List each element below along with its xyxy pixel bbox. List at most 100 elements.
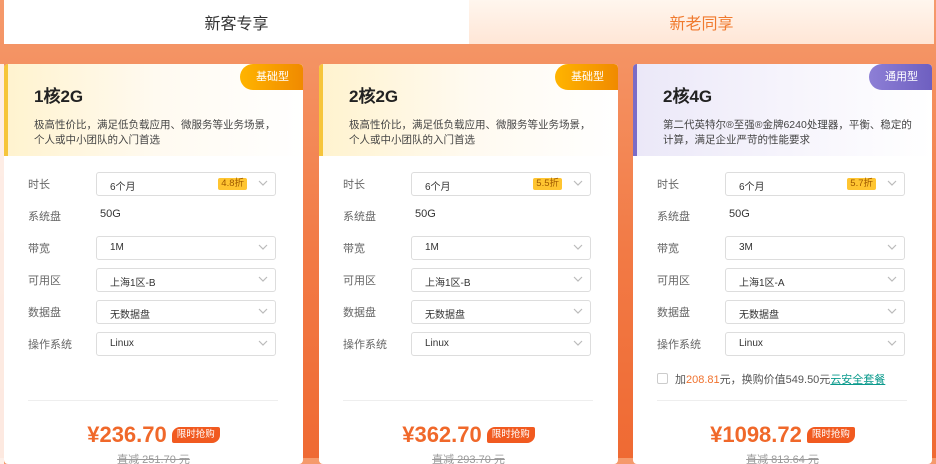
addon-checkbox[interactable] [657,373,668,384]
chevron-down-icon [573,180,583,186]
price: ¥1098.72 [710,422,802,447]
discount-badge: 4.8折 [218,178,247,190]
security-package-link[interactable]: 云安全套餐 [830,374,885,386]
zone-select[interactable]: 上海1区-A [725,268,905,292]
system-disk-value: 50G [729,208,750,220]
card-spec-title: 1核2G [34,87,84,106]
limited-offer-badge: 限时抢购 [171,427,220,443]
system-disk-value: 50G [100,208,121,220]
duration-row: 时长 6个月 5.5折 [343,172,603,196]
bandwidth-value: 3M [739,242,753,253]
addon-middle: 元，换购价值549.50元 [719,374,831,386]
data-disk-label: 数据盘 [343,307,376,319]
bandwidth-row: 带宽 1M [28,236,288,260]
os-label: 操作系统 [343,339,387,351]
card-header: 2核2G 基础型 极高性价比，满足低负载应用、微服务等业务场景，个人或中小团队的… [319,64,618,156]
duration-select[interactable]: 6个月 5.5折 [411,172,591,196]
bandwidth-select[interactable]: 1M [411,236,591,260]
card-description: 极高性价比，满足低负载应用、微服务等业务场景，个人或中小团队的入门首选 [349,119,591,146]
duration-row: 时长 6个月 5.7折 [657,172,917,196]
os-select[interactable]: Linux [96,332,276,356]
duration-value: 6个月 [425,182,451,193]
chevron-down-icon [887,340,897,346]
bandwidth-label: 带宽 [28,243,50,255]
data-disk-select[interactable]: 无数据盘 [96,300,276,324]
chevron-down-icon [573,244,583,250]
chevron-down-icon [258,340,268,346]
zone-value: 上海1区-B [425,278,471,289]
limited-offer-badge: 限时抢购 [806,427,855,443]
bandwidth-select[interactable]: 1M [96,236,276,260]
card-header: 1核2G 基础型 极高性价比，满足低负载应用、微服务等业务场景，个人或中小团队的… [4,64,303,156]
data-disk-value: 无数据盘 [425,310,465,321]
data-disk-label: 数据盘 [28,307,61,319]
security-addon-row: 加208.81元，换购价值549.50元云安全套餐 [657,371,927,387]
system-disk-row: 系统盘 50G [657,204,917,228]
os-value: Linux [739,338,763,349]
chevron-down-icon [573,276,583,282]
chevron-down-icon [258,308,268,314]
addon-prefix: 加 [675,374,686,386]
chevron-down-icon [887,244,897,250]
os-value: Linux [425,338,449,349]
zone-row: 可用区 上海1区-B [343,268,603,292]
discount-badge: 5.5折 [533,178,562,190]
os-select[interactable]: Linux [725,332,905,356]
price: ¥236.70 [87,422,167,447]
zone-select[interactable]: 上海1区-B [411,268,591,292]
system-disk-value: 50G [415,208,436,220]
bandwidth-label: 带宽 [343,243,365,255]
chevron-down-icon [573,340,583,346]
data-disk-select[interactable]: 无数据盘 [725,300,905,324]
card-header: 2核4G 通用型 第二代英特尔®至强®金牌6240处理器，平衡、稳定的计算，满足… [633,64,932,156]
duration-value: 6个月 [739,182,765,193]
bandwidth-row: 带宽 1M [343,236,603,260]
addon-amount: 208.81 [686,374,720,386]
type-badge: 基础型 [555,64,618,90]
zone-label: 可用区 [28,275,61,287]
duration-select[interactable]: 6个月 4.8折 [96,172,276,196]
bandwidth-value: 1M [425,242,439,253]
product-card-1c2g: 1核2G 基础型 极高性价比，满足低负载应用、微服务等业务场景，个人或中小团队的… [4,64,303,464]
divider [28,400,278,401]
zone-label: 可用区 [343,275,376,287]
discount-badge: 5.7折 [847,178,876,190]
duration-label: 时长 [657,179,679,191]
chevron-down-icon [258,244,268,250]
zone-select[interactable]: 上海1区-B [96,268,276,292]
chevron-down-icon [258,276,268,282]
tab-bar: 新客专享 新老同享 [4,0,934,44]
type-badge: 通用型 [869,64,932,90]
chevron-down-icon [573,308,583,314]
zone-value: 上海1区-A [739,278,785,289]
bandwidth-select[interactable]: 3M [725,236,905,260]
zone-value: 上海1区-B [110,278,156,289]
tab-all-customers[interactable]: 新老同享 [469,0,934,44]
os-select[interactable]: Linux [411,332,591,356]
price-row: ¥236.70 限时抢购 [4,422,303,452]
system-disk-row: 系统盘 50G [343,204,603,228]
card-description: 第二代英特尔®至强®金牌6240处理器，平衡、稳定的计算，满足企业严苛的性能要求 [663,119,912,146]
card-spec-title: 2核4G [663,87,713,106]
duration-select[interactable]: 6个月 5.7折 [725,172,905,196]
chevron-down-icon [887,276,897,282]
price-row: ¥1098.72 限时抢购 [633,422,932,452]
os-row: 操作系统 Linux [343,332,603,356]
os-value: Linux [110,338,134,349]
data-disk-row: 数据盘 无数据盘 [343,300,603,324]
data-disk-select[interactable]: 无数据盘 [411,300,591,324]
tab-new-customer[interactable]: 新客专享 [4,0,469,44]
system-disk-label: 系统盘 [28,211,61,223]
os-row: 操作系统 Linux [657,332,917,356]
divider [657,400,907,401]
limited-offer-badge: 限时抢购 [486,427,535,443]
card-description: 极高性价比，满足低负载应用、微服务等业务场景，个人或中小团队的入门首选 [34,119,276,146]
divider [343,400,593,401]
duration-label: 时长 [343,179,365,191]
bandwidth-value: 1M [110,242,124,253]
duration-value: 6个月 [110,182,136,193]
zone-row: 可用区 上海1区-B [28,268,288,292]
price: ¥362.70 [402,422,482,447]
product-card-2c4g: 2核4G 通用型 第二代英特尔®至强®金牌6240处理器，平衡、稳定的计算，满足… [633,64,932,464]
duration-label: 时长 [28,179,50,191]
